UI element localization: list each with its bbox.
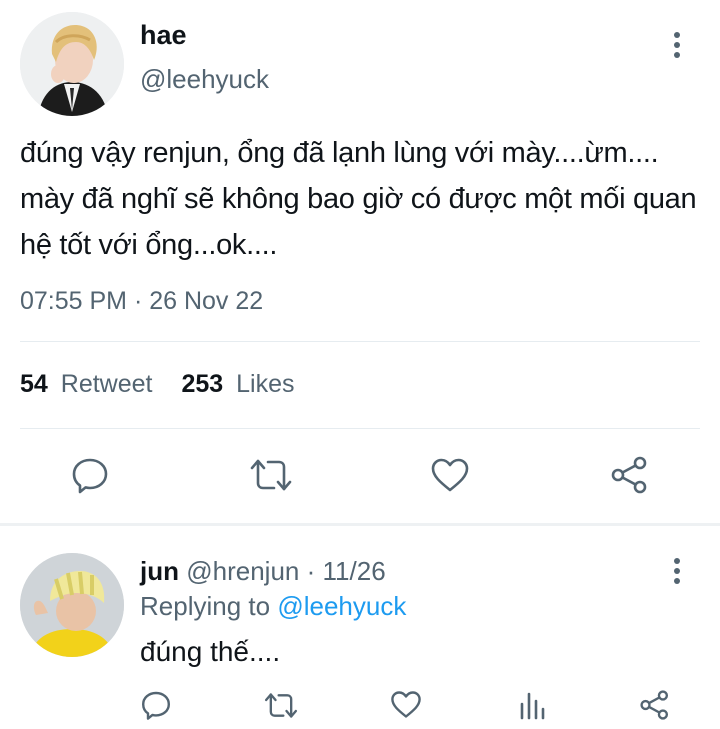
analytics-icon[interactable]: [518, 690, 546, 720]
like-label[interactable]: Likes: [236, 370, 294, 398]
retweet-icon[interactable]: [248, 457, 294, 493]
section-divider: [0, 523, 720, 526]
share-icon[interactable]: [610, 456, 650, 494]
reply-text: đúng thế....: [140, 636, 281, 667]
reply-retweet-icon[interactable]: [263, 691, 299, 720]
engagement-stats: 54 Retweet 253 Likes: [20, 370, 294, 399]
retweet-label[interactable]: Retweet: [61, 370, 153, 398]
more-options-icon[interactable]: [667, 30, 687, 60]
author-display-name[interactable]: hae: [140, 20, 187, 51]
replying-to: Replying to @leehyuck: [140, 591, 406, 622]
retweet-count[interactable]: 54: [20, 370, 48, 398]
author-handle[interactable]: @leehyuck: [140, 64, 269, 95]
reply-share-icon[interactable]: [639, 690, 671, 720]
replying-to-label: Replying to: [140, 591, 271, 621]
user-avatar-yellow-hat-icon: [20, 553, 124, 657]
reply-header: jun @hrenjun · 11/26: [140, 556, 386, 587]
reply-handle[interactable]: @hrenjun: [186, 556, 299, 586]
tweet-timestamp[interactable]: 07:55 PM · 26 Nov 22: [20, 287, 263, 316]
author-avatar[interactable]: [20, 12, 124, 116]
reply-icon[interactable]: [70, 455, 110, 495]
tweet-text: đúng vậy renjun, ổng đã lạnh lùng với mà…: [20, 137, 697, 261]
reply-display-name[interactable]: jun: [140, 556, 179, 586]
divider: [20, 341, 700, 342]
user-avatar-blonde-icon: [20, 12, 124, 116]
like-count[interactable]: 253: [181, 370, 223, 398]
divider: [20, 428, 700, 429]
reply-reply-icon[interactable]: [140, 689, 172, 721]
reply-separator: ·: [306, 556, 316, 586]
replying-to-handle[interactable]: @leehyuck: [277, 591, 406, 621]
reply-like-icon[interactable]: [390, 690, 422, 719]
like-icon[interactable]: [430, 457, 470, 493]
reply-more-options-icon[interactable]: [667, 556, 687, 586]
reply-author-avatar[interactable]: [20, 553, 124, 657]
reply-date[interactable]: 11/26: [323, 556, 386, 586]
